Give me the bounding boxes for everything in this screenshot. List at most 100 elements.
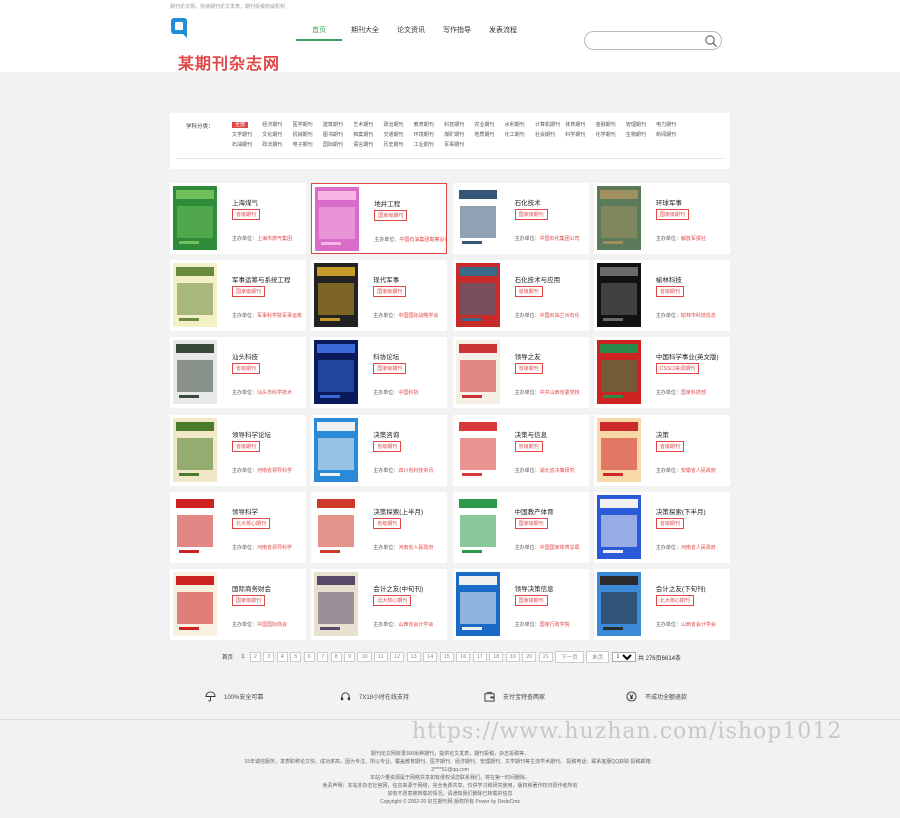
journal-card[interactable]: 领导科学论坛 省级期刊 主办单位：河南省领导科学 <box>170 414 306 486</box>
page-link[interactable]: 19 <box>505 652 520 662</box>
journal-card[interactable]: 环球军事 国家级期刊 主办单位：解放军报社 <box>593 183 730 254</box>
nav-journals[interactable]: 期刊大全 <box>342 25 388 41</box>
category-item[interactable]: 化工期刊 <box>505 130 535 140</box>
category-item[interactable]: 石油期刊 <box>232 140 262 150</box>
logo-icon[interactable] <box>170 17 188 39</box>
category-item[interactable]: 地质期刊 <box>474 130 504 140</box>
journal-title[interactable]: 石化技术 <box>515 197 541 207</box>
category-item[interactable]: 农业期刊 <box>474 120 504 130</box>
journal-title[interactable]: 国际商务财会 <box>232 583 271 593</box>
category-item[interactable]: 语言期刊 <box>353 140 383 150</box>
journal-card[interactable]: 中国科学事业(英文版) CSSCI来源期刊 主办单位：国家科技部 <box>593 337 730 409</box>
journal-title[interactable]: 领导决策信息 <box>515 583 554 593</box>
journal-card[interactable]: 石化技术 国家级期刊 主办单位：中国石化集团公司 <box>452 183 589 254</box>
journal-cover[interactable] <box>455 186 500 250</box>
category-item[interactable]: 社会期刊 <box>535 130 565 140</box>
journal-card[interactable]: 领导之友 省级期刊 主办单位：中共山西省委党校 <box>452 337 589 409</box>
category-item[interactable]: 科技期刊 <box>444 120 474 130</box>
journal-cover[interactable] <box>173 571 217 636</box>
journal-card[interactable]: 领导科学 北大核心期刊 主办单位：河南省领导科学 <box>170 491 306 563</box>
journal-card[interactable]: 现代军事 国家级期刊 主办单位：中国国际战略学会 <box>311 260 448 332</box>
category-item[interactable]: 文学期刊 <box>232 130 262 140</box>
page-select[interactable]: 1 <box>611 652 636 662</box>
journal-cover[interactable] <box>315 187 360 251</box>
page-link[interactable]: 18 <box>489 652 504 662</box>
page-link[interactable]: 12 <box>390 652 405 662</box>
category-item[interactable]: 教育期刊 <box>414 120 444 130</box>
category-item[interactable]: 档案期刊 <box>353 130 383 140</box>
journal-title[interactable]: 地井工程 <box>374 198 400 208</box>
journal-cover[interactable] <box>596 571 641 636</box>
journal-card[interactable]: 决策 省级期刊 主办单位：安徽省人民政府 <box>593 414 730 486</box>
category-item[interactable]: 金融期刊 <box>596 120 626 130</box>
page-link[interactable]: 11 <box>374 652 388 662</box>
page-link[interactable]: 14 <box>423 652 438 662</box>
page-link[interactable]: 8 <box>330 652 342 662</box>
page-next[interactable]: 下一页 <box>555 651 584 663</box>
category-item[interactable]: 环境期刊 <box>414 130 444 140</box>
journal-card[interactable]: 决策与信息 省级期刊 主办单位：湖北省决策研究 <box>452 414 589 486</box>
journal-title[interactable]: 领导科学 <box>232 506 258 516</box>
journal-title[interactable]: 中国科学事业(英文版) <box>656 351 719 361</box>
nav-home[interactable]: 首页 <box>296 25 342 41</box>
journal-cover[interactable] <box>314 417 359 482</box>
journal-card[interactable]: 榆林科技 省级期刊 主办单位：榆林市科技信息 <box>593 260 730 332</box>
category-item[interactable]: 文化期刊 <box>262 130 292 140</box>
category-item[interactable]: 交通期刊 <box>383 130 413 140</box>
journal-cover[interactable] <box>455 340 500 405</box>
journal-cover[interactable] <box>455 417 500 482</box>
journal-card[interactable]: 决策探索(下半月) 省级期刊 主办单位：河南省人民政府 <box>593 491 730 563</box>
journal-title[interactable]: 会计之友(下旬刊) <box>656 583 706 593</box>
journal-title[interactable]: 汕头科技 <box>232 351 258 361</box>
logo-text[interactable]: 某期刊杂志网 <box>178 50 280 74</box>
page-link[interactable]: 21 <box>538 652 553 662</box>
page-link[interactable]: 6 <box>303 652 315 662</box>
category-item[interactable]: 国际期刊 <box>323 140 353 150</box>
category-item[interactable]: 科学期刊 <box>565 130 595 140</box>
category-item[interactable]: 煤矿期刊 <box>444 130 474 140</box>
journal-card[interactable]: 科协论坛 国家级期刊 主办单位：中国科协 <box>311 337 448 409</box>
category-item[interactable]: 全部 <box>232 120 262 130</box>
journal-title[interactable]: 决策与信息 <box>515 429 548 439</box>
search-icon[interactable] <box>704 34 718 48</box>
page-link[interactable]: 7 <box>317 652 329 662</box>
category-item[interactable]: 机械期刊 <box>293 130 323 140</box>
page-link[interactable]: 17 <box>472 652 487 662</box>
journal-title[interactable]: 石化技术与应用 <box>515 274 561 284</box>
journal-cover[interactable] <box>596 340 641 405</box>
category-item[interactable]: 建筑期刊 <box>323 120 353 130</box>
category-item[interactable]: 新闻期刊 <box>656 130 686 140</box>
category-item[interactable]: 军事期刊 <box>444 140 474 150</box>
page-link[interactable]: 16 <box>456 652 471 662</box>
journal-title[interactable]: 现代军事 <box>373 274 399 284</box>
journal-card[interactable]: 会计之友(下旬刊) 北大核心期刊 主办单位：山西省会计学会 <box>593 568 730 640</box>
journal-cover[interactable] <box>314 571 359 636</box>
journal-cover[interactable] <box>173 417 217 482</box>
journal-title[interactable]: 中国教产体育 <box>515 506 554 516</box>
page-link[interactable]: 3 <box>263 652 275 662</box>
category-item[interactable]: 图书期刊 <box>323 130 353 140</box>
journal-cover[interactable] <box>173 186 217 250</box>
journal-title[interactable]: 领导之友 <box>515 351 541 361</box>
category-item[interactable]: 电子期刊 <box>293 140 323 150</box>
journal-card[interactable]: 决策咨询 省级期刊 主办单位：四川省科技资讯 <box>311 414 448 486</box>
page-link[interactable]: 2 <box>249 652 261 662</box>
journal-card[interactable]: 军事运筹与系统工程 国家级期刊 主办单位：军事科学院军事运筹 <box>170 260 306 332</box>
journal-title[interactable]: 科协论坛 <box>373 351 399 361</box>
category-item[interactable]: 体育期刊 <box>565 120 595 130</box>
journal-title[interactable]: 上海煤气 <box>232 197 258 207</box>
journal-cover[interactable] <box>314 340 359 405</box>
category-item[interactable]: 工业期刊 <box>414 140 444 150</box>
journal-title[interactable]: 领导科学论坛 <box>232 429 271 439</box>
page-link[interactable]: 4 <box>276 652 288 662</box>
category-item[interactable]: 计算机期刊 <box>535 120 565 130</box>
category-item[interactable]: 医学期刊 <box>293 120 323 130</box>
journal-cover[interactable] <box>455 571 500 636</box>
category-item[interactable]: 历史期刊 <box>383 140 413 150</box>
journal-card[interactable]: 地井工程 国家级期刊 主办单位：中国石油集团勘察设计 <box>311 183 448 254</box>
page-first[interactable]: 首页 <box>219 652 236 662</box>
journal-card[interactable]: 会计之友(中旬刊) 北大核心期刊 主办单位：山西省会计学会 <box>311 568 448 640</box>
page-last[interactable]: 末页 <box>586 651 610 663</box>
journal-card[interactable]: 领导决策信息 国家级期刊 主办单位：国家行政学院 <box>452 568 589 640</box>
journal-cover[interactable] <box>596 417 641 482</box>
